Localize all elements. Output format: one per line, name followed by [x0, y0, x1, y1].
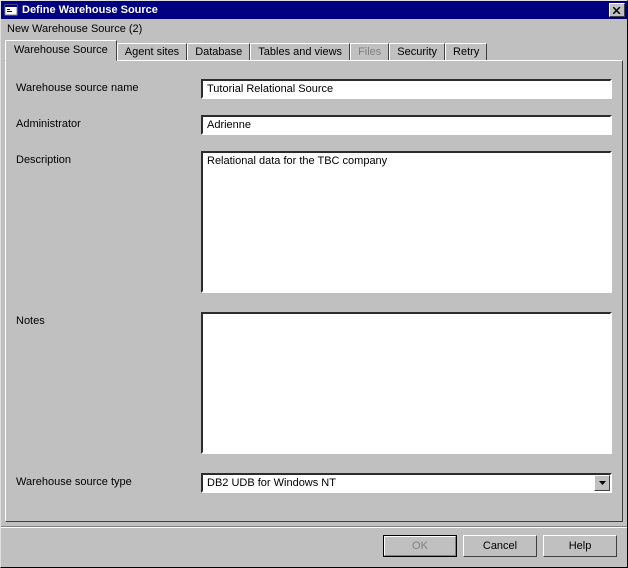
titlebar-buttons: [607, 3, 625, 17]
dropdown-button[interactable]: [594, 475, 610, 491]
title-bar: Define Warehouse Source: [1, 1, 627, 19]
administrator-input[interactable]: [201, 115, 612, 135]
tab-agent-sites[interactable]: Agent sites: [117, 43, 187, 61]
label-source-type: Warehouse source type: [16, 473, 201, 488]
button-bar: OK Cancel Help: [1, 526, 627, 567]
tab-database[interactable]: Database: [187, 43, 250, 61]
tab-warehouse-source[interactable]: Warehouse Source: [5, 40, 117, 61]
description-textarea[interactable]: [201, 151, 612, 293]
tab-panel-warehouse-source: Warehouse source name Administrator Desc…: [5, 60, 623, 522]
help-button[interactable]: Help: [543, 535, 617, 557]
warehouse-source-type-select[interactable]: DB2 UDB for Windows NT: [201, 473, 612, 493]
ok-button[interactable]: OK: [383, 535, 457, 557]
chevron-down-icon: [599, 481, 606, 485]
tab-security[interactable]: Security: [389, 43, 445, 61]
close-button[interactable]: [609, 3, 625, 17]
window-subtitle: New Warehouse Source (2): [1, 19, 627, 37]
label-description: Description: [16, 151, 201, 166]
window-title: Define Warehouse Source: [22, 4, 607, 16]
dialog-window: Define Warehouse Source New Warehouse So…: [0, 0, 628, 568]
label-notes: Notes: [16, 312, 201, 327]
tab-tables-and-views[interactable]: Tables and views: [250, 43, 350, 61]
label-source-name: Warehouse source name: [16, 79, 201, 94]
warehouse-source-name-input[interactable]: [201, 79, 612, 99]
tab-files: Files: [350, 43, 389, 61]
cancel-button[interactable]: Cancel: [463, 535, 537, 557]
tab-strip: Warehouse Source Agent sites Database Ta…: [1, 39, 627, 60]
system-menu-icon[interactable]: [4, 3, 18, 17]
close-icon: [613, 7, 621, 14]
source-type-value: DB2 UDB for Windows NT: [203, 477, 594, 489]
notes-textarea[interactable]: [201, 312, 612, 454]
label-administrator: Administrator: [16, 115, 201, 130]
tab-retry[interactable]: Retry: [445, 43, 487, 61]
